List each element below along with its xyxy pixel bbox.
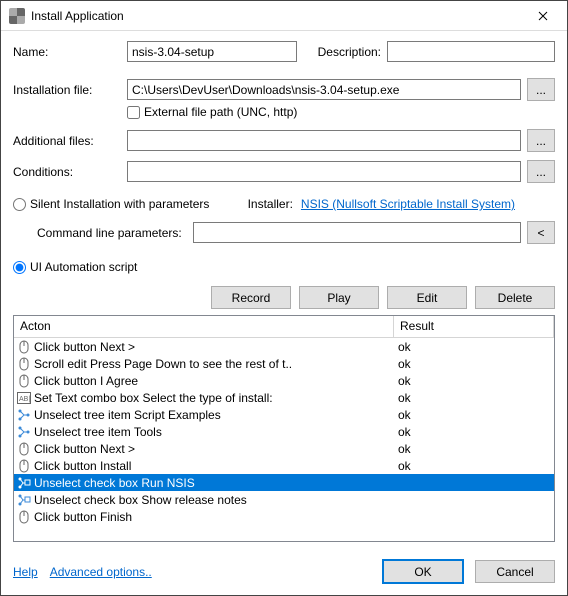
action-cell: Unselect tree item Script Examples — [34, 408, 396, 422]
result-cell: ok — [396, 425, 554, 439]
window-title: Install Application — [31, 9, 523, 23]
action-cell: Click button Next > — [34, 442, 396, 456]
result-cell: ok — [396, 340, 554, 354]
close-button[interactable] — [523, 2, 563, 30]
conditions-input[interactable] — [127, 161, 521, 182]
additional-files-label: Additional files: — [13, 134, 121, 148]
result-cell: ok — [396, 374, 554, 388]
additional-files-input[interactable] — [127, 130, 521, 151]
cancel-button[interactable]: Cancel — [475, 560, 555, 583]
action-cell: Click button Next > — [34, 340, 396, 354]
table-row[interactable]: Click button Finish — [14, 508, 554, 525]
installer-link[interactable]: NSIS (Nullsoft Scriptable Install System… — [301, 197, 515, 211]
silent-install-label: Silent Installation with parameters — [30, 197, 209, 211]
description-input[interactable] — [387, 41, 555, 62]
result-cell: ok — [396, 442, 554, 456]
result-cell: ok — [396, 459, 554, 473]
table-row[interactable]: Unselect tree item Script Examplesok — [14, 406, 554, 423]
table-row[interactable]: AB| Set Text combo box Select the type of… — [14, 389, 554, 406]
result-cell: ok — [396, 357, 554, 371]
table-row[interactable]: Unselect check box Run NSIS — [14, 474, 554, 491]
action-cell: Click button Finish — [34, 510, 396, 524]
script-list: Acton Result Click button Next >okScroll… — [13, 315, 555, 542]
record-button[interactable]: Record — [211, 286, 291, 309]
header-action[interactable]: Acton — [14, 316, 394, 337]
external-file-path-checkbox[interactable] — [127, 106, 140, 119]
conditions-browse-button[interactable]: ... — [527, 160, 555, 183]
check-icon — [16, 476, 32, 490]
cmd-params-history-button[interactable]: < — [527, 221, 555, 244]
help-link[interactable]: Help — [13, 565, 38, 579]
table-row[interactable]: Click button Next >ok — [14, 440, 554, 457]
mouse-icon — [16, 374, 32, 388]
edit-button[interactable]: Edit — [387, 286, 467, 309]
install-file-browse-button[interactable]: ... — [527, 78, 555, 101]
external-file-path-label: External file path (UNC, http) — [144, 105, 297, 119]
action-cell: Click button I Agree — [34, 374, 396, 388]
description-label: Description: — [313, 45, 381, 59]
app-icon — [9, 8, 25, 24]
install-file-input[interactable] — [127, 79, 521, 100]
mouse-icon — [16, 340, 32, 354]
ok-button[interactable]: OK — [383, 560, 463, 583]
result-cell: ok — [396, 391, 554, 405]
additional-files-browse-button[interactable]: ... — [527, 129, 555, 152]
name-input[interactable] — [127, 41, 297, 62]
ui-automation-radio[interactable] — [13, 261, 26, 274]
action-cell: Unselect check box Show release notes — [34, 493, 396, 507]
list-header: Acton Result — [14, 316, 554, 338]
table-row[interactable]: Scroll edit Press Page Down to see the r… — [14, 355, 554, 372]
ui-automation-label: UI Automation script — [30, 260, 137, 274]
mouse-icon — [16, 442, 32, 456]
header-result[interactable]: Result — [394, 316, 554, 337]
name-label: Name: — [13, 45, 121, 59]
tree-icon — [16, 425, 32, 439]
result-cell: ok — [396, 408, 554, 422]
mouse-icon — [16, 510, 32, 524]
table-row[interactable]: Unselect tree item Toolsok — [14, 423, 554, 440]
titlebar: Install Application — [1, 1, 567, 31]
table-row[interactable]: Click button I Agreeok — [14, 372, 554, 389]
table-row[interactable]: Unselect check box Show release notes — [14, 491, 554, 508]
table-row[interactable]: Click button Next >ok — [14, 338, 554, 355]
mouse-icon — [16, 357, 32, 371]
mouse-icon — [16, 459, 32, 473]
install-file-label: Installation file: — [13, 83, 121, 97]
action-cell: Click button Install — [34, 459, 396, 473]
table-row[interactable]: Click button Installok — [14, 457, 554, 474]
action-cell: Unselect check box Run NSIS — [34, 476, 396, 490]
close-icon — [538, 11, 548, 21]
action-cell: Scroll edit Press Page Down to see the r… — [34, 357, 396, 371]
action-cell: Set Text combo box Select the type of in… — [34, 391, 396, 405]
cmd-params-input[interactable] — [193, 222, 521, 243]
tree-icon — [16, 408, 32, 422]
play-button[interactable]: Play — [299, 286, 379, 309]
text-icon: AB| — [16, 391, 32, 405]
check-icon — [16, 493, 32, 507]
installer-label: Installer: — [248, 197, 293, 211]
conditions-label: Conditions: — [13, 165, 121, 179]
advanced-options-link[interactable]: Advanced options.. — [50, 565, 152, 579]
silent-install-radio[interactable] — [13, 198, 26, 211]
svg-text:AB|: AB| — [19, 396, 30, 403]
action-cell: Unselect tree item Tools — [34, 425, 396, 439]
delete-button[interactable]: Delete — [475, 286, 555, 309]
cmd-params-label: Command line parameters: — [37, 226, 187, 240]
